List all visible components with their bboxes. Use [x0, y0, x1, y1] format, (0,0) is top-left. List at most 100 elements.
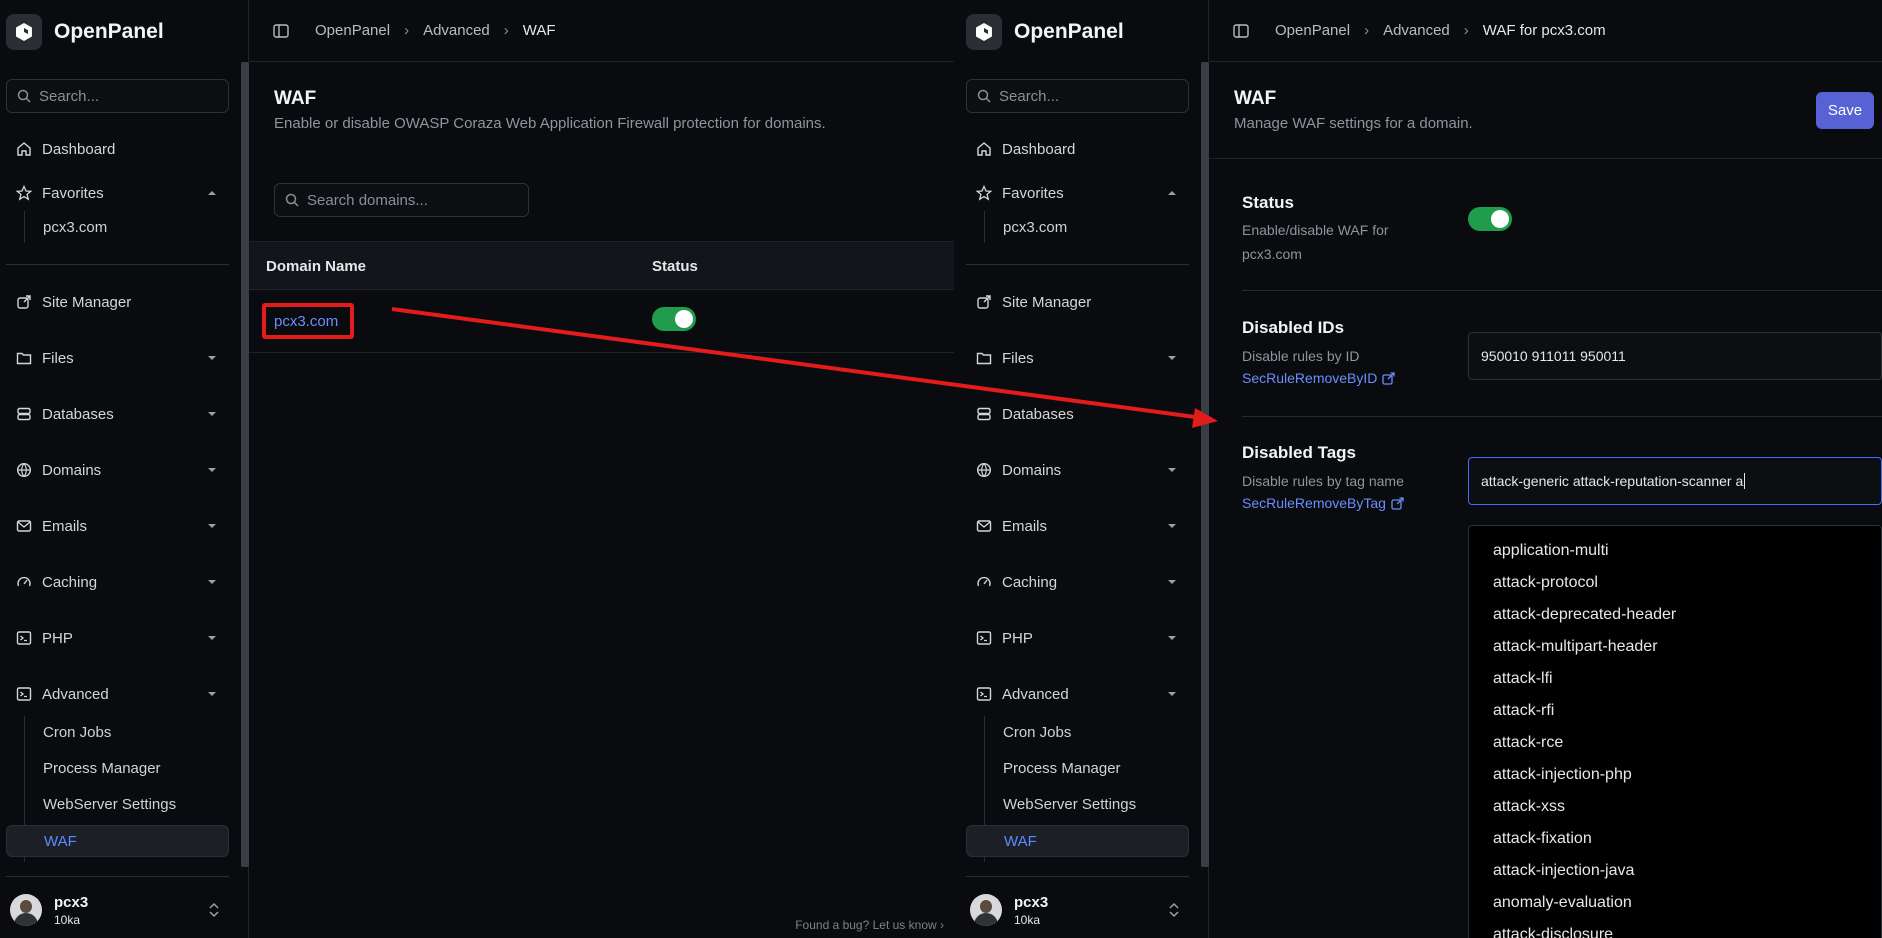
- sidebar-item-dashboard[interactable]: Dashboard: [6, 133, 229, 165]
- sidebar-item-cron-jobs[interactable]: Cron Jobs: [6, 716, 229, 748]
- sidebar-toggle-icon[interactable]: [1233, 23, 1249, 39]
- favorite-item-label: pcx3.com: [43, 218, 108, 236]
- breadcrumb-advanced[interactable]: Advanced: [1383, 22, 1450, 39]
- sidebar-item-advanced[interactable]: Advanced: [6, 678, 229, 710]
- secruleremovebyid-label: SecRuleRemoveByID: [1242, 370, 1378, 386]
- sidebar-item-domains[interactable]: Domains: [6, 454, 229, 486]
- sidebar-item-process-manager[interactable]: Process Manager: [6, 752, 229, 784]
- column-status: Status: [652, 258, 698, 275]
- sidebar-item-caching[interactable]: Caching: [6, 566, 229, 598]
- sidebar-scrollbar[interactable]: [241, 62, 249, 867]
- tag-suggestions-dropdown: application-multi attack-protocol attack…: [1468, 525, 1882, 938]
- sidebar-item-webserver-settings[interactable]: WebServer Settings: [6, 788, 229, 820]
- sidebar-item-files[interactable]: Files: [6, 342, 229, 374]
- sidebar-label-process-manager: Process Manager: [43, 759, 161, 777]
- disabled-ids-value: 950010 911011 950011: [1481, 348, 1626, 364]
- waf-enable-toggle[interactable]: [1468, 207, 1512, 231]
- domain-link[interactable]: pcx3.com: [262, 303, 354, 339]
- secruleremovebytag-link[interactable]: SecRuleRemoveByTag: [1242, 495, 1404, 511]
- disabled-tags-input[interactable]: attack-generic attack-reputation-scanner…: [1468, 457, 1882, 505]
- save-button[interactable]: Save: [1816, 92, 1874, 129]
- sidebar-item-databases[interactable]: Databases: [966, 398, 1189, 430]
- sidebar-item-cron-jobs[interactable]: Cron Jobs: [966, 716, 1189, 748]
- sidebar-item-dashboard[interactable]: Dashboard: [966, 133, 1189, 165]
- sidebar-label-site-manager: Site Manager: [1002, 293, 1092, 311]
- report-bug-link[interactable]: Found a bug? Let us know ›: [795, 918, 944, 932]
- openpanel-logo-icon: [966, 14, 1002, 50]
- sidebar-item-favorites[interactable]: Favorites: [6, 177, 229, 209]
- sidebar-item-caching[interactable]: Caching: [966, 566, 1189, 598]
- sidebar-label-databases: Databases: [42, 405, 114, 423]
- suggestion-item[interactable]: attack-protocol: [1493, 574, 1598, 592]
- chevron-down-icon: [1168, 356, 1176, 360]
- page-title: WAF: [1234, 88, 1277, 109]
- chevron-up-icon: [1168, 191, 1176, 195]
- suggestion-item[interactable]: anomaly-evaluation: [1493, 894, 1632, 912]
- sidebar-item-site-manager[interactable]: Site Manager: [6, 286, 229, 318]
- sidebar-label-dashboard: Dashboard: [42, 140, 116, 158]
- suggestion-item[interactable]: attack-lfi: [1493, 670, 1553, 688]
- sidebar-scrollbar[interactable]: [1201, 62, 1209, 867]
- suggestion-item[interactable]: attack-xss: [1493, 798, 1565, 816]
- disabled-ids-input[interactable]: 950010 911011 950011: [1468, 332, 1882, 380]
- domain-search-input[interactable]: Search domains...: [274, 183, 529, 217]
- search-icon: [977, 89, 991, 103]
- domain-search-placeholder: Search domains...: [307, 191, 428, 209]
- chevron-down-icon: [208, 356, 216, 360]
- favorite-item-pcx3[interactable]: pcx3.com: [966, 211, 1189, 243]
- sidebar-item-domains[interactable]: Domains: [966, 454, 1189, 486]
- suggestion-item[interactable]: attack-injection-php: [1493, 766, 1632, 784]
- sidebar-search-input[interactable]: Search...: [966, 79, 1189, 113]
- breadcrumb-openpanel[interactable]: OpenPanel: [1275, 22, 1350, 39]
- chevron-down-icon: [208, 524, 216, 528]
- suggestion-item[interactable]: attack-multipart-header: [1493, 638, 1658, 656]
- page-subtitle: Manage WAF settings for a domain.: [1234, 115, 1473, 132]
- secruleremovebyid-link[interactable]: SecRuleRemoveByID: [1242, 370, 1396, 386]
- user-menu[interactable]: pcx3 10ka: [970, 890, 1190, 930]
- sidebar-item-process-manager[interactable]: Process Manager: [966, 752, 1189, 784]
- sidebar-item-webserver-settings[interactable]: WebServer Settings: [966, 788, 1189, 820]
- suggestion-item[interactable]: attack-rfi: [1493, 702, 1554, 720]
- sidebar-item-waf[interactable]: WAF: [6, 825, 229, 857]
- sidebar-item-emails[interactable]: Emails: [966, 510, 1189, 542]
- sidebar-item-databases[interactable]: Databases: [6, 398, 229, 430]
- waf-status-toggle[interactable]: [652, 307, 696, 331]
- sidebar-item-php[interactable]: PHP: [966, 622, 1189, 654]
- sidebar-search-placeholder: Search...: [39, 87, 100, 105]
- user-menu[interactable]: pcx3 10ka: [10, 890, 230, 930]
- sidebar-item-site-manager[interactable]: Site Manager: [966, 286, 1189, 318]
- sidebar-item-emails[interactable]: Emails: [6, 510, 229, 542]
- suggestion-item[interactable]: attack-fixation: [1493, 830, 1592, 848]
- sidebar-label-emails: Emails: [42, 517, 88, 535]
- suggestion-item[interactable]: attack-disclosure: [1493, 926, 1613, 938]
- sidebar-item-files[interactable]: Files: [966, 342, 1189, 374]
- suggestion-item[interactable]: application-multi: [1493, 542, 1609, 560]
- disabled-tags-title: Disabled Tags: [1242, 443, 1356, 462]
- breadcrumb-openpanel[interactable]: OpenPanel: [315, 22, 390, 39]
- logo[interactable]: OpenPanel: [6, 12, 164, 52]
- logo[interactable]: OpenPanel: [966, 12, 1124, 52]
- chevron-down-icon: [1168, 692, 1176, 696]
- folder-icon: [976, 350, 992, 366]
- sidebar-label-waf: WAF: [1004, 832, 1037, 850]
- sidebar-item-php[interactable]: PHP: [6, 622, 229, 654]
- sidebar-item-waf[interactable]: WAF: [966, 825, 1189, 857]
- external-box-icon: [16, 294, 32, 310]
- sidebar-label-caching: Caching: [42, 573, 98, 591]
- sidebar-label-files: Files: [1002, 349, 1034, 367]
- chevron-down-icon: [1168, 468, 1176, 472]
- suggestion-item[interactable]: attack-rce: [1493, 734, 1563, 752]
- chevron-down-icon: [208, 636, 216, 640]
- sidebar-search-input[interactable]: Search...: [6, 79, 229, 113]
- breadcrumb-advanced[interactable]: Advanced: [423, 22, 490, 39]
- suggestion-item[interactable]: attack-injection-java: [1493, 862, 1634, 880]
- column-domain-name: Domain Name: [266, 258, 367, 275]
- globe-icon: [976, 462, 992, 478]
- folder-icon: [16, 350, 32, 366]
- sidebar-item-favorites[interactable]: Favorites: [966, 177, 1189, 209]
- suggestion-item[interactable]: attack-deprecated-header: [1493, 606, 1676, 624]
- favorite-item-pcx3[interactable]: pcx3.com: [6, 211, 229, 243]
- sidebar-toggle-icon[interactable]: [273, 23, 289, 39]
- sidebar-search-placeholder: Search...: [999, 87, 1060, 105]
- sidebar-item-advanced[interactable]: Advanced: [966, 678, 1189, 710]
